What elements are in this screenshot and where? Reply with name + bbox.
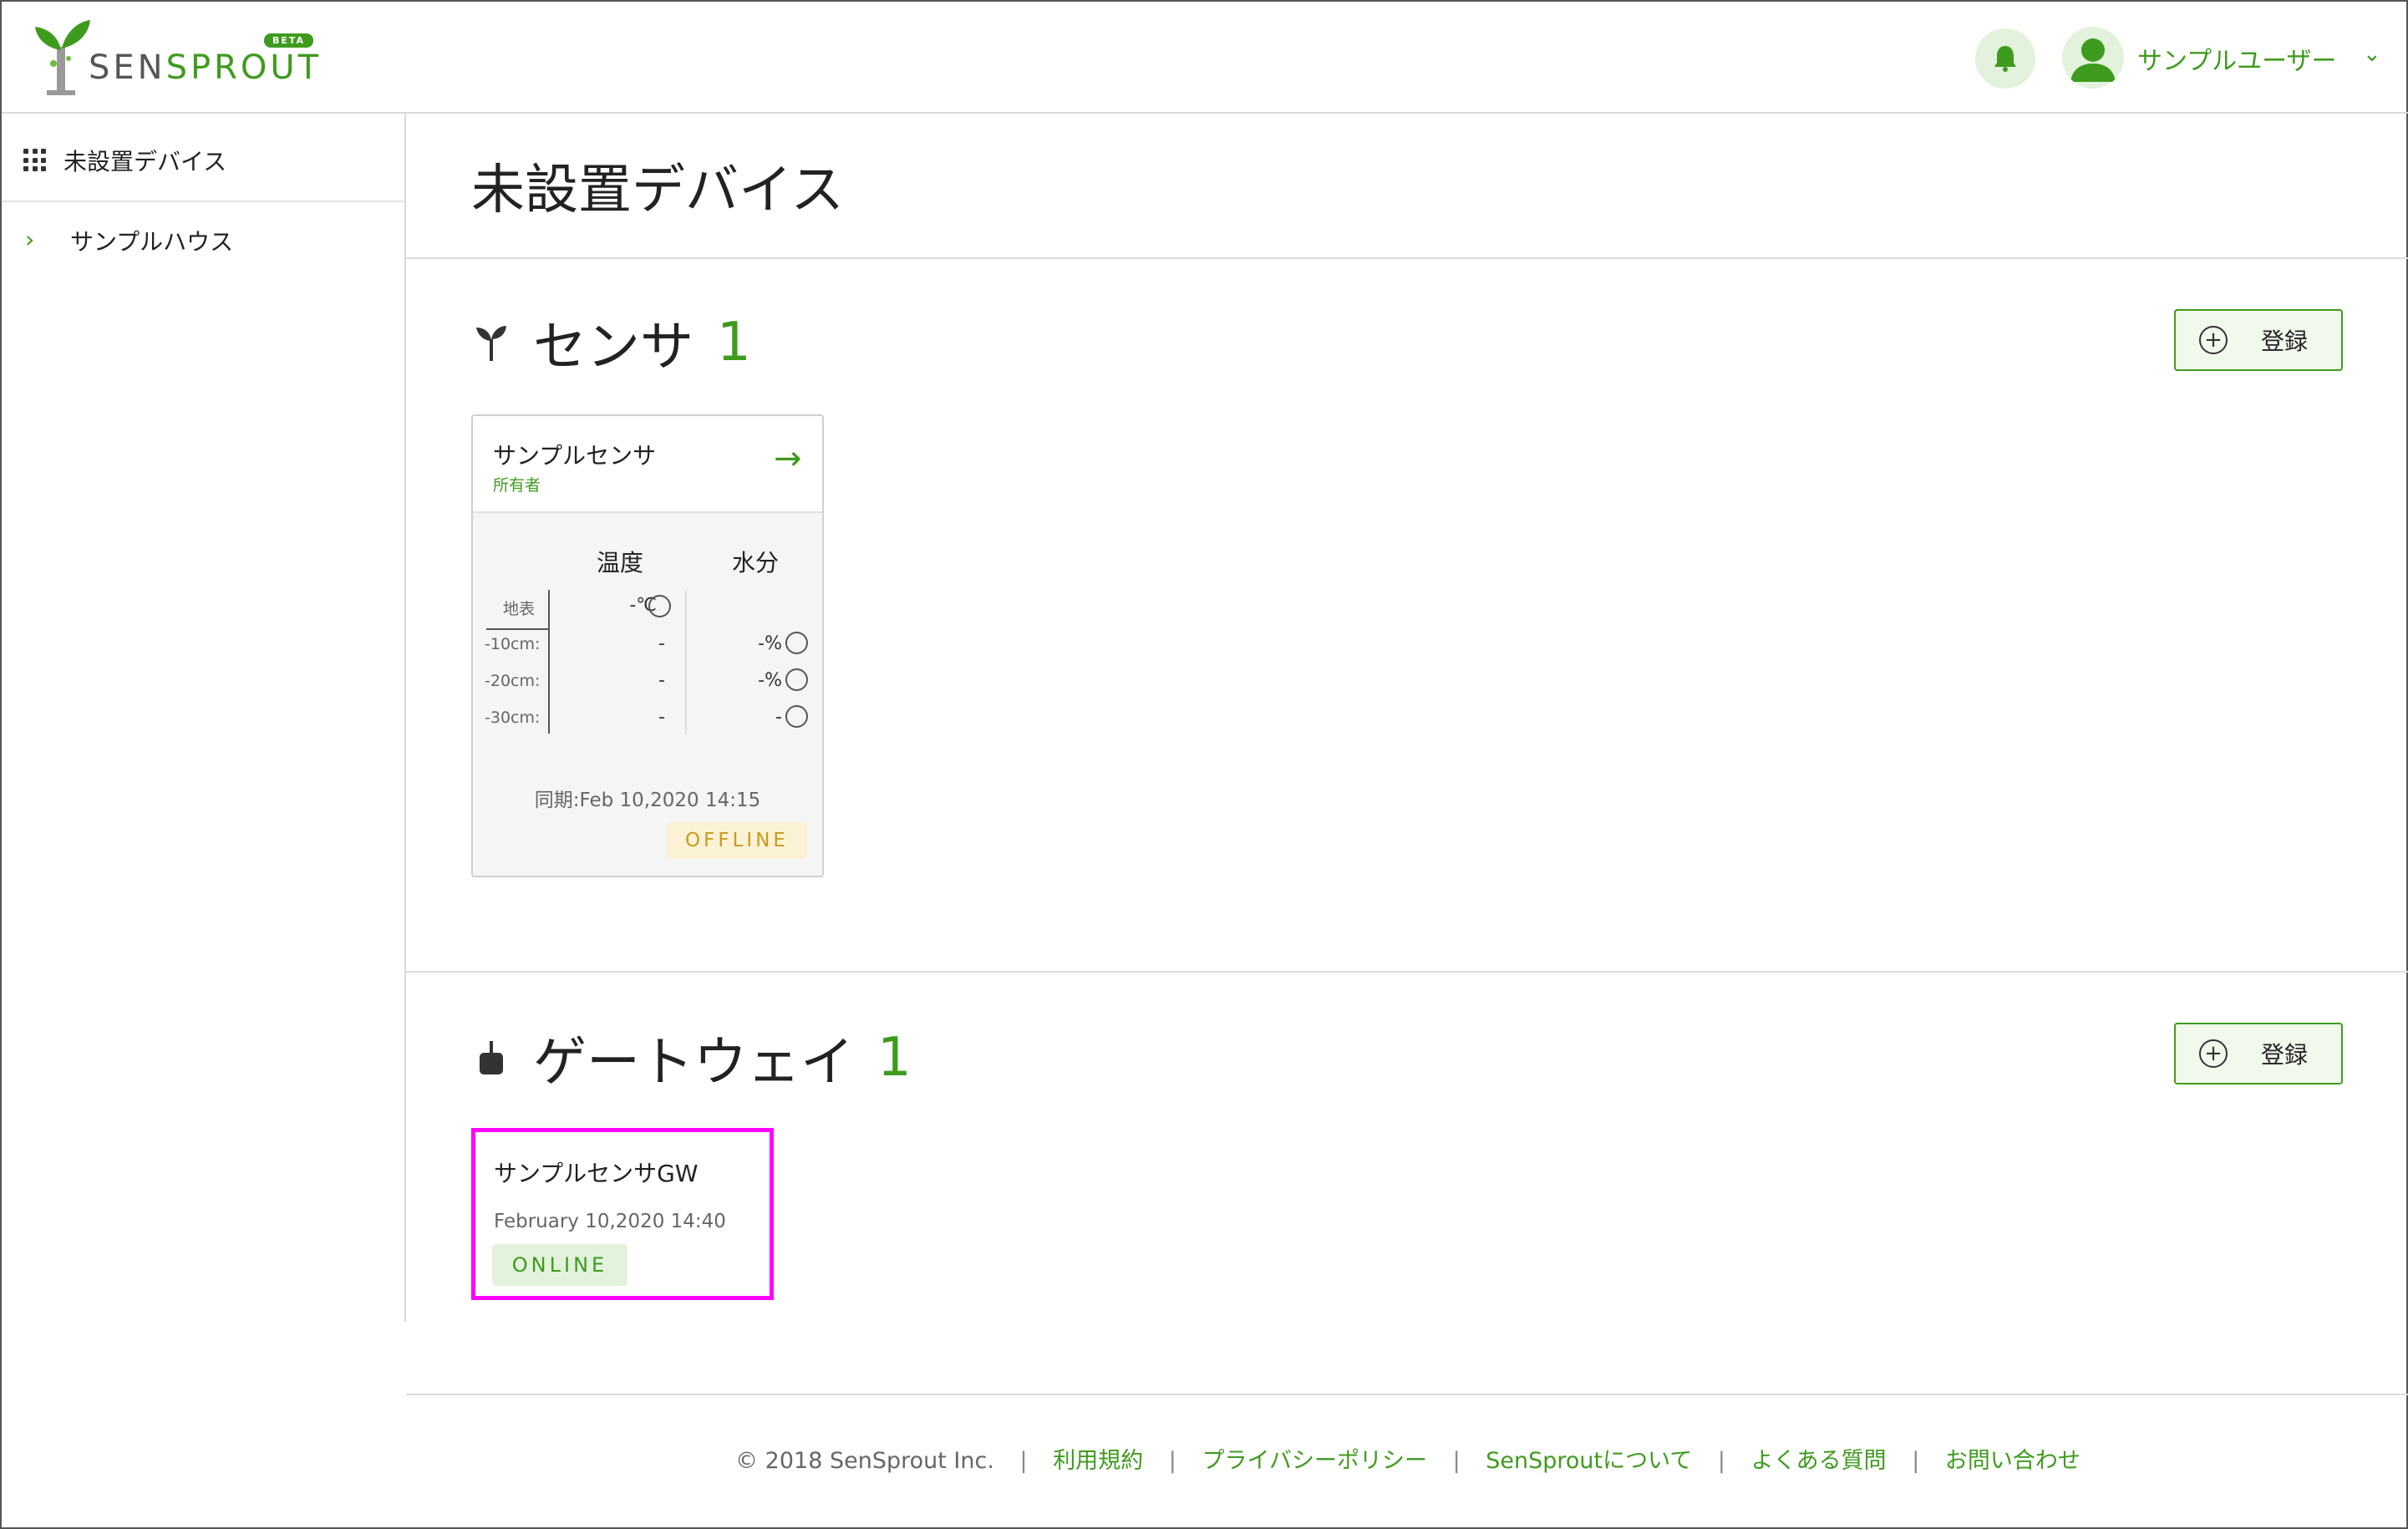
page-title: 未設置デバイス bbox=[471, 160, 845, 221]
user-avatar-icon bbox=[2070, 38, 2116, 82]
moisture-30cm: - bbox=[775, 707, 782, 728]
footer-separator: | bbox=[1912, 1448, 1920, 1474]
copyright: © 2018 SenSprout Inc. bbox=[735, 1448, 994, 1474]
app-window: SENSPROUT BETA サンプルユーザー ⌄ 未設置デバイス › サンプル… bbox=[0, 0, 2408, 1529]
sensor-name: サンプルセンサ bbox=[493, 442, 657, 470]
sync-timestamp: 同期:Feb 10,2020 14:15 bbox=[534, 790, 761, 811]
gateway-timestamp: February 10,2020 14:40 bbox=[494, 1211, 726, 1232]
temperature-30cm: - bbox=[658, 707, 665, 728]
table-rule bbox=[548, 590, 550, 734]
footer-separator: | bbox=[1717, 1448, 1726, 1474]
footer-link-contact[interactable]: お問い合わせ bbox=[1945, 1448, 2080, 1474]
chevron-right-icon: › bbox=[25, 226, 35, 253]
footer-separator: | bbox=[1019, 1448, 1028, 1474]
temperature-status-ring bbox=[648, 595, 671, 617]
moisture-status-ring bbox=[785, 632, 808, 654]
chevron-down-icon[interactable]: ⌄ bbox=[2363, 42, 2381, 67]
footer-link-privacy[interactable]: プライバシーポリシー bbox=[1202, 1448, 1427, 1474]
gateway-name: サンプルセンサGW bbox=[494, 1160, 699, 1187]
plus-circle-icon: + bbox=[2199, 1039, 2228, 1068]
plus-circle-icon: + bbox=[2199, 326, 2228, 354]
register-button-label: 登録 bbox=[2261, 328, 2309, 355]
row-label-20cm: -20cm: bbox=[485, 672, 541, 690]
footer-link-terms[interactable]: 利用規約 bbox=[1053, 1448, 1143, 1474]
beta-badge: BETA bbox=[264, 33, 314, 48]
temperature-header: 温度 bbox=[597, 549, 644, 577]
logo-wordmark: SENSPROUT bbox=[89, 48, 323, 87]
moisture-status-ring bbox=[785, 668, 808, 691]
gateway-card[interactable]: サンプルセンサGW February 10,2020 14:40 ONLINE bbox=[471, 1128, 774, 1300]
row-label-surface: 地表 bbox=[503, 600, 536, 618]
notification-button[interactable] bbox=[1975, 28, 2035, 89]
divider bbox=[406, 257, 2408, 259]
temperature-20cm: - bbox=[658, 670, 665, 691]
register-gateway-button[interactable]: + 登録 bbox=[2174, 1023, 2343, 1085]
sensor-card[interactable]: サンプルセンサ 所有者 → 温度 水分 地表 -℃ -10cm: - -% -2… bbox=[471, 414, 824, 877]
top-header: SENSPROUT BETA サンプルユーザー ⌄ bbox=[2, 2, 2408, 114]
grid-icon bbox=[23, 149, 47, 172]
moisture-20cm: -% bbox=[758, 670, 782, 691]
register-sensor-button[interactable]: + 登録 bbox=[2174, 309, 2343, 371]
status-badge-offline: OFFLINE bbox=[667, 822, 807, 859]
sidebar-item-label: サンプルハウス bbox=[70, 228, 234, 256]
temperature-10cm: - bbox=[658, 633, 665, 654]
moisture-10cm: -% bbox=[758, 633, 782, 654]
footer: © 2018 SenSprout Inc. | 利用規約 | プライバシーポリシ… bbox=[406, 1442, 2408, 1475]
divider bbox=[406, 971, 2408, 973]
table-rule bbox=[685, 590, 687, 734]
table-rule bbox=[486, 628, 550, 630]
sensor-count: 1 bbox=[717, 312, 751, 373]
footer-separator: | bbox=[1168, 1448, 1176, 1474]
arrow-right-icon[interactable]: → bbox=[774, 439, 802, 478]
divider bbox=[406, 1394, 2408, 1395]
sidebar-item-label: 未設置デバイス bbox=[64, 148, 227, 175]
footer-link-faq[interactable]: よくある質問 bbox=[1751, 1448, 1887, 1474]
gateway-count: 1 bbox=[877, 1027, 912, 1089]
footer-link-about[interactable]: SenSproutについて bbox=[1486, 1448, 1692, 1474]
moisture-header: 水分 bbox=[732, 549, 780, 577]
status-badge-online: ONLINE bbox=[492, 1244, 627, 1286]
sensor-section-heading: センサ 1 bbox=[475, 304, 751, 381]
register-button-label: 登録 bbox=[2261, 1041, 2309, 1069]
sprout-logo-icon bbox=[35, 20, 90, 95]
moisture-status-ring bbox=[785, 705, 808, 728]
row-label-30cm: -30cm: bbox=[485, 709, 541, 727]
gateway-section-title: ゲートウェイ bbox=[533, 1032, 854, 1094]
sidebar-item-unplaced-devices[interactable]: 未設置デバイス bbox=[2, 114, 404, 202]
sidebar-item-sample-house[interactable]: › サンプルハウス bbox=[2, 202, 404, 269]
gateway-section-heading: ゲートウェイ 1 bbox=[475, 1019, 912, 1096]
sensor-card-header: サンプルセンサ 所有者 → bbox=[473, 416, 822, 513]
user-menu-name[interactable]: サンプルユーザー bbox=[2137, 40, 2337, 77]
sensor-role: 所有者 bbox=[493, 476, 541, 495]
sensprout-logo[interactable]: SENSPROUT BETA bbox=[32, 15, 318, 99]
bell-icon bbox=[1994, 46, 2016, 72]
sprout-icon bbox=[475, 321, 508, 364]
sidebar: 未設置デバイス › サンプルハウス bbox=[2, 114, 406, 1322]
user-avatar[interactable] bbox=[2062, 27, 2124, 89]
footer-separator: | bbox=[1452, 1448, 1461, 1474]
row-label-10cm: -10cm: bbox=[485, 635, 541, 653]
sensor-section-title: センサ bbox=[533, 317, 693, 378]
gateway-icon bbox=[475, 1036, 508, 1079]
